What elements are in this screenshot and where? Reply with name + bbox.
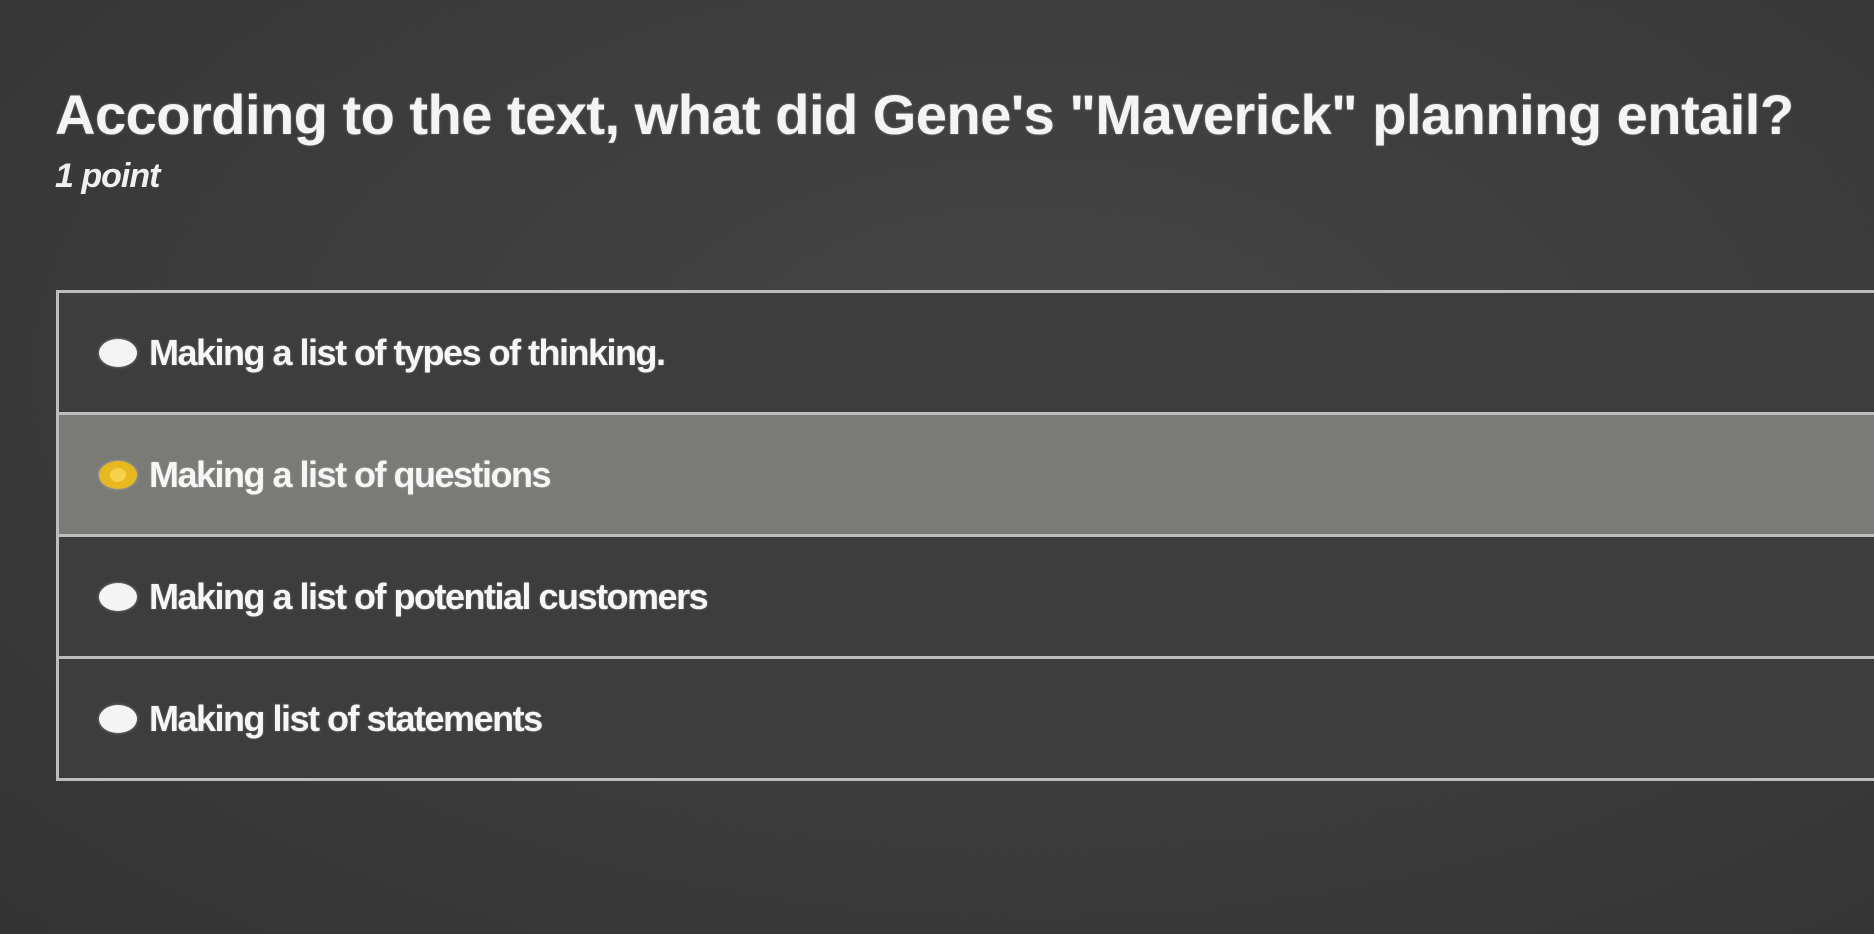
option-label: Making list of statements [149,697,543,739]
option-label: Making a list of types of thinking. [149,331,666,373]
option-row-2[interactable]: Making a list of questions [59,415,1874,537]
question-block: According to the text, what did Gene's "… [55,82,1794,196]
points-label: 1 point [55,157,160,195]
answer-options: Making a list of types of thinking. Maki… [56,290,1874,781]
radio-button-selected-icon[interactable] [99,460,137,489]
option-row-3[interactable]: Making a list of potential customers [59,537,1874,659]
option-row-1[interactable]: Making a list of types of thinking. [59,293,1874,415]
question-title: According to the text, what did Gene's "… [55,83,1794,146]
option-label: Making a list of questions [149,453,552,495]
radio-button-icon[interactable] [99,338,137,367]
option-row-4[interactable]: Making list of statements [59,659,1874,781]
radio-button-icon[interactable] [99,582,137,611]
radio-button-icon[interactable] [99,704,137,733]
option-label: Making a list of potential customers [149,575,709,617]
